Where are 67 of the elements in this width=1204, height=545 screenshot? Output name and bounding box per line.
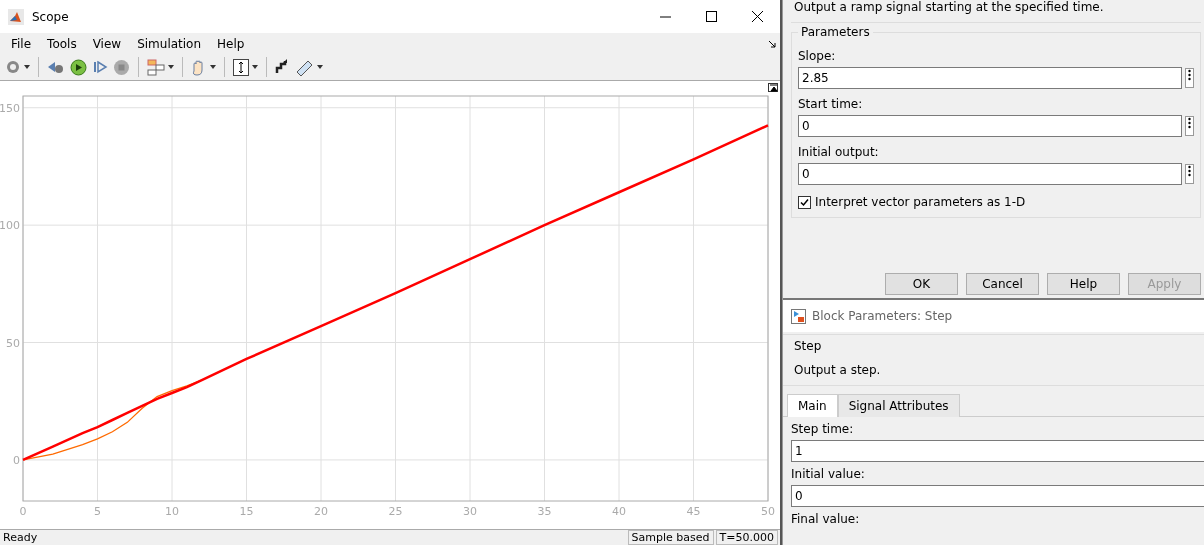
field-label: Final value: (791, 512, 861, 526)
x-tick-label: 40 (612, 505, 626, 518)
menu-item[interactable]: View (84, 36, 130, 51)
status-field: Sample based (627, 530, 714, 545)
app-logo-icon (8, 8, 24, 25)
x-tick-label: 30 (463, 505, 477, 518)
dropdown-caret-icon[interactable] (24, 65, 30, 70)
menu-item[interactable]: File (3, 36, 40, 51)
dropdown-caret-icon[interactable] (252, 65, 258, 70)
more-options-icon[interactable] (1185, 164, 1194, 184)
dropdown-caret-icon[interactable] (210, 65, 216, 70)
tab[interactable]: Signal Attributes (837, 394, 960, 417)
dropdown-caret-icon[interactable] (317, 65, 323, 70)
stop-button[interactable] (113, 58, 130, 76)
window-title: Scope (32, 9, 70, 24)
field-label: Initial value: (791, 467, 866, 481)
checkbox[interactable] (798, 195, 811, 209)
x-tick-label: 45 (686, 505, 701, 518)
x-tick-label: 25 (388, 505, 403, 518)
block-description: Output a ramp signal starting at the specified time. (791, 0, 1201, 23)
run-button[interactable] (70, 58, 87, 76)
tab[interactable]: Main (787, 394, 838, 417)
field-label: Start time: (798, 97, 864, 111)
field-label: Step time: (791, 422, 855, 436)
dialog-button[interactable]: Help (1047, 273, 1120, 295)
parameter-field[interactable]: 0 (798, 115, 1182, 137)
y-tick-label: 50 (6, 336, 20, 350)
y-tick-label: 150 (0, 101, 20, 115)
status-field: T=50.000 (715, 530, 778, 545)
more-options-icon[interactable] (1185, 116, 1194, 136)
menu-item[interactable]: Simulation (129, 36, 210, 51)
ruler-icon[interactable] (296, 58, 314, 76)
field-label: Slope: (798, 49, 837, 63)
x-tick-label: 0 (19, 505, 27, 518)
group-title: Parameters (800, 25, 871, 39)
menu-item[interactable]: Tools (39, 36, 85, 51)
y-tick-label: 0 (13, 453, 20, 467)
group-title: Step (783, 334, 1204, 353)
parameter-field[interactable]: 2.85 (798, 67, 1182, 89)
step-back-button[interactable] (47, 59, 65, 76)
dialog-button[interactable]: Cancel (966, 273, 1039, 295)
block-icon (791, 308, 806, 324)
close-icon[interactable] (751, 11, 763, 22)
menu-item[interactable]: Help (209, 36, 253, 51)
checkbox-label: Interpret vector parameters as 1-D (815, 195, 1026, 209)
block-description: Output a step. (783, 353, 1204, 386)
field-label: Initial output: (798, 145, 880, 159)
parameter-field[interactable]: 0 (791, 485, 1204, 507)
dropdown-caret-icon[interactable] (168, 65, 174, 70)
dock-arrow-icon[interactable] (769, 41, 776, 48)
dialog-title: Block Parameters: Step (812, 309, 953, 323)
parameter-field[interactable]: 1 (791, 440, 1204, 462)
maximize-icon[interactable] (705, 11, 717, 22)
x-tick-label: 10 (165, 505, 179, 518)
status-text: Ready (2, 531, 39, 544)
step-forward-button[interactable] (92, 59, 108, 76)
x-tick-label: 15 (239, 505, 254, 518)
scale-axes-button[interactable] (233, 58, 249, 76)
x-tick-label: 5 (94, 505, 101, 518)
x-tick-label: 35 (537, 505, 552, 518)
expand-icon[interactable] (768, 83, 778, 92)
x-tick-label: 50 (761, 505, 775, 518)
y-tick-label: 100 (0, 219, 20, 233)
x-tick-label: 20 (314, 505, 328, 518)
more-options-icon[interactable] (1185, 68, 1194, 88)
parameter-field[interactable]: 0 (798, 163, 1182, 185)
dialog-button[interactable]: OK (885, 273, 958, 295)
